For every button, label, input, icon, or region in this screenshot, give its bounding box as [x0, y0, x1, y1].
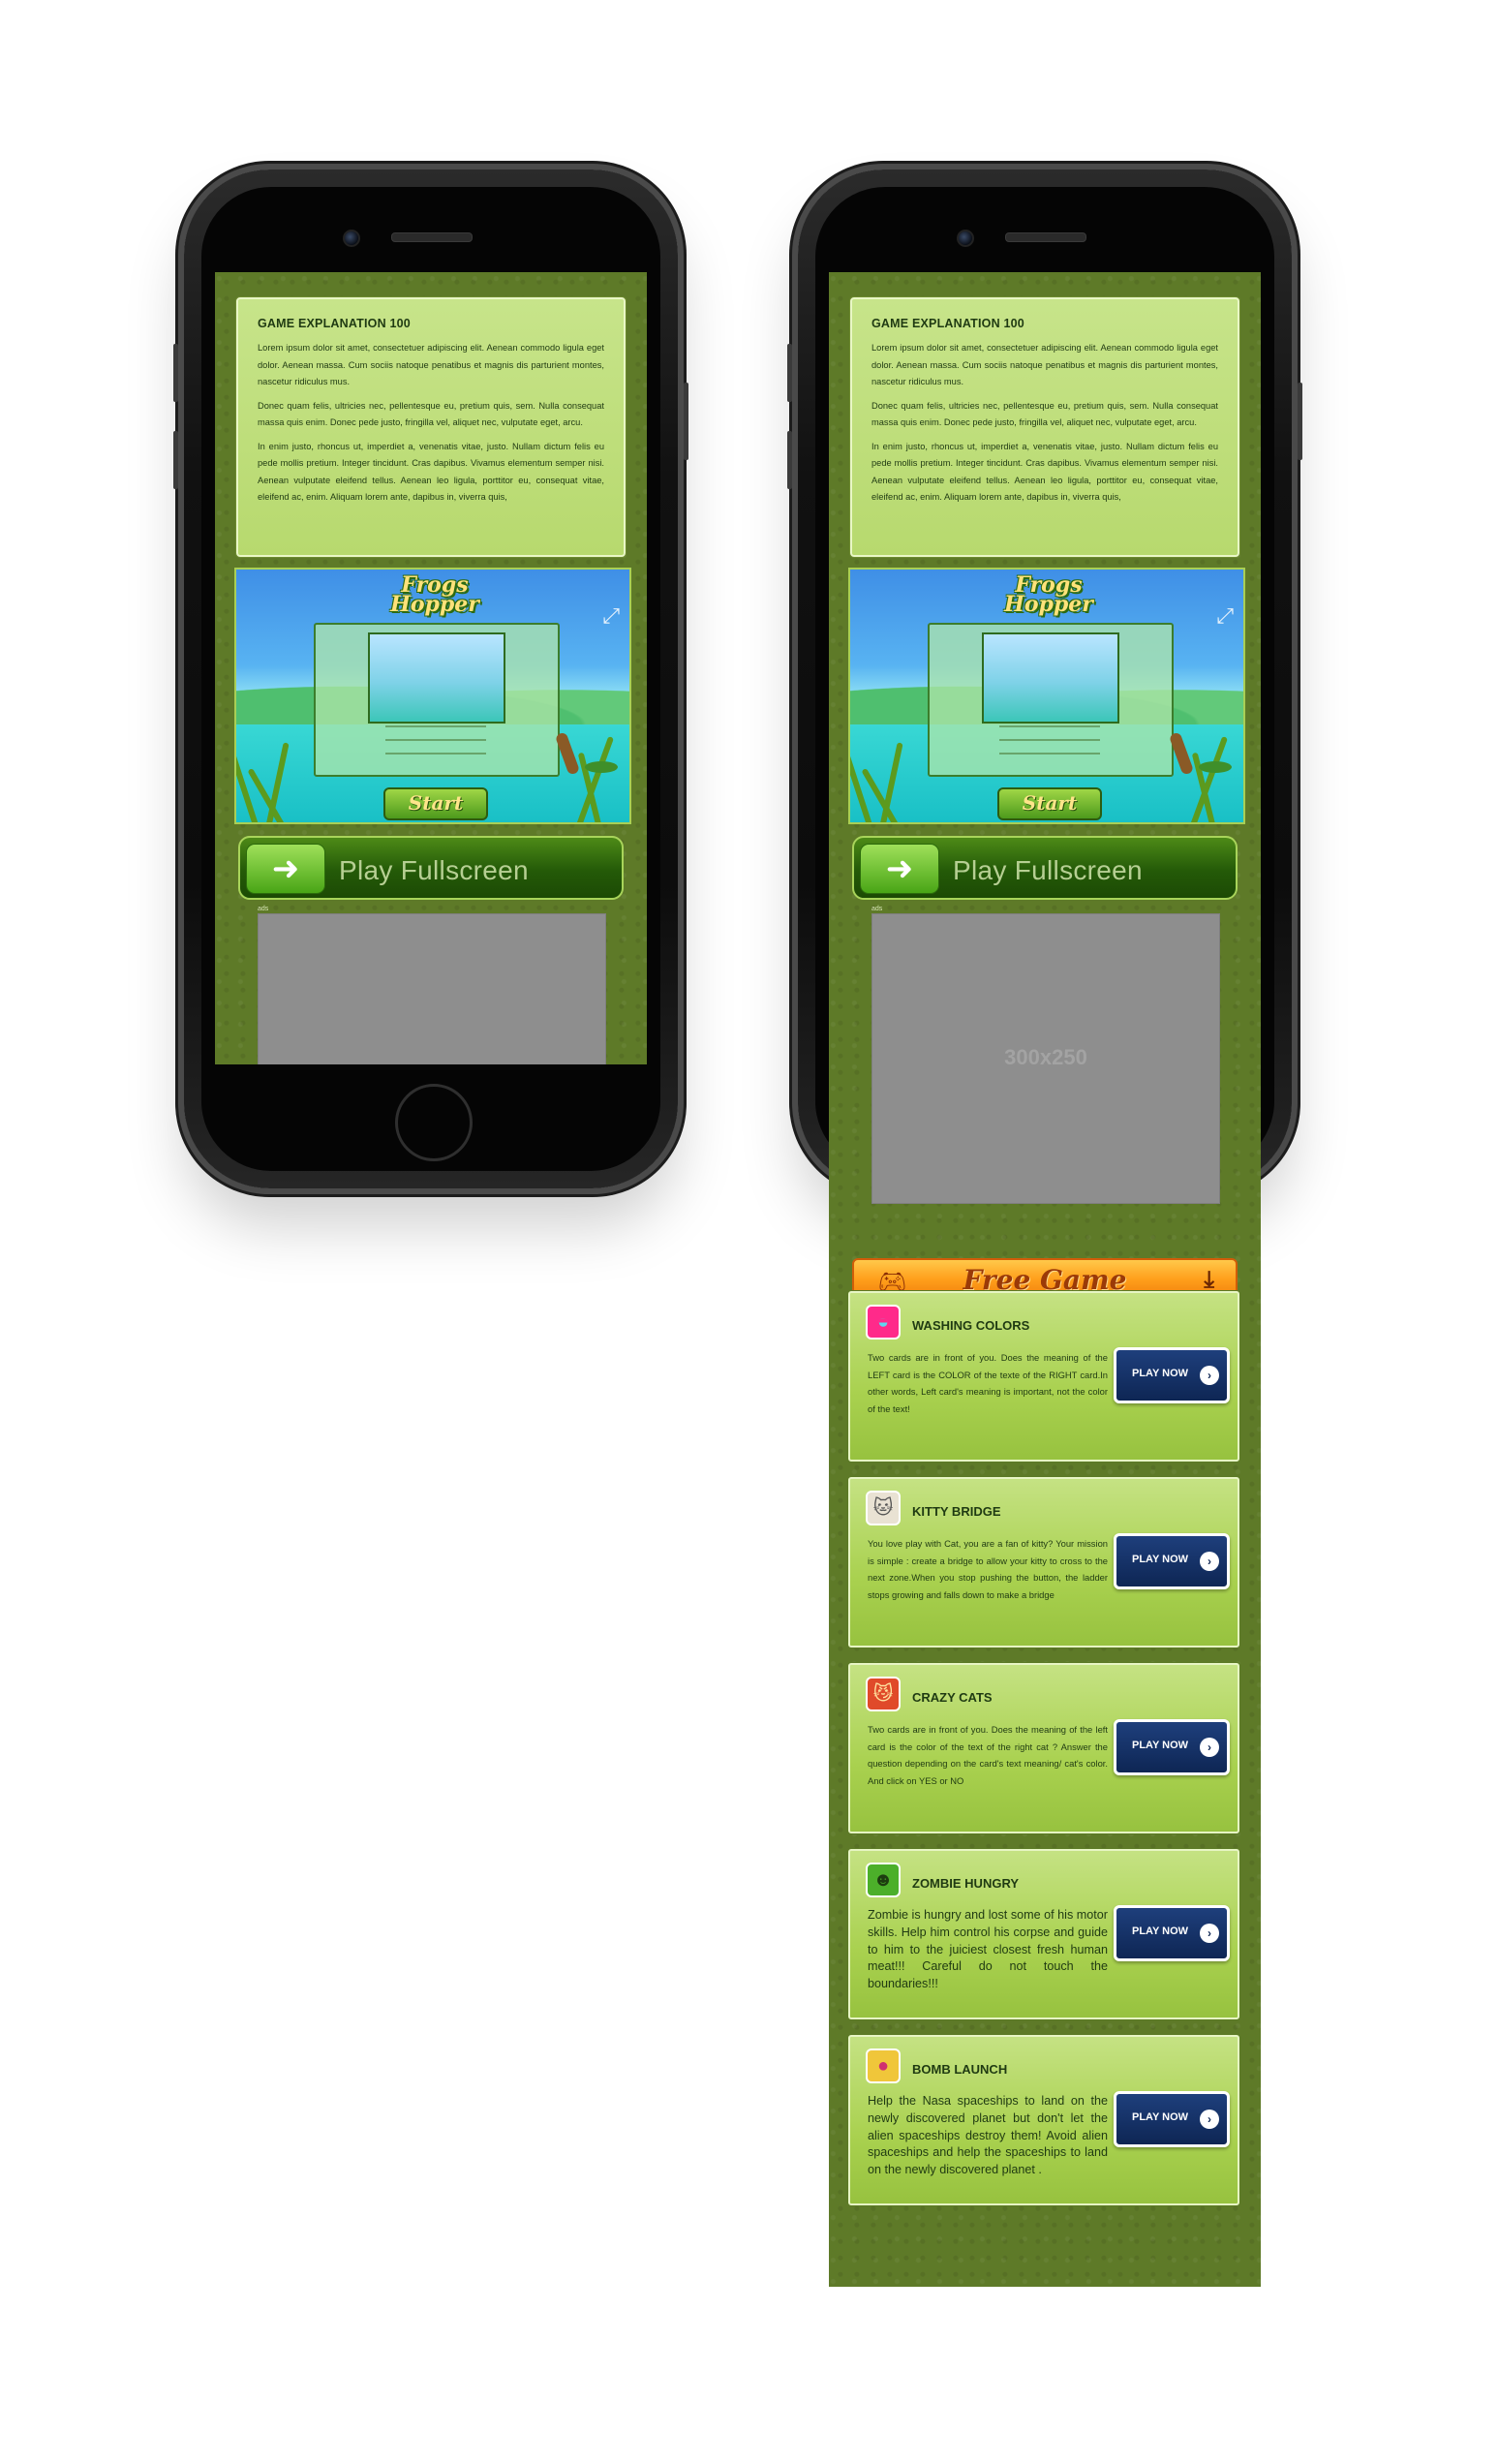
game-logo: Frogs Hopper — [382, 574, 488, 617]
ad-size-label: 300x250 — [1004, 1045, 1087, 1069]
game-preview[interactable]: Frogs Hopper ⤢ Start — [234, 568, 631, 824]
game-card-description: Help the Nasa spaceships to land on the … — [868, 2094, 1108, 2177]
game-card-description: You love play with Cat, you are a fan of… — [868, 1538, 1108, 1600]
game-card: ◒ WASHING COLORS Two cards are in front … — [848, 1291, 1239, 1462]
play-now-button[interactable]: PLAY NOW › — [1114, 1347, 1230, 1403]
side-button — [173, 344, 178, 402]
game-card: 🐱︎ KITTY BRIDGE You love play with Cat, … — [848, 1477, 1239, 1648]
lily-pad — [585, 761, 618, 773]
play-now-label: PLAY NOW — [1132, 2111, 1189, 2123]
ads-label: ads — [871, 906, 883, 912]
play-now-label: PLAY NOW — [1132, 1554, 1189, 1565]
start-button[interactable]: Start — [383, 787, 488, 820]
camera-icon — [957, 230, 974, 247]
palette-icon: ◒ — [866, 1305, 901, 1340]
play-now-button[interactable]: PLAY NOW › — [1114, 1905, 1230, 1961]
game-logo-line: Hopper — [390, 592, 479, 617]
side-button — [1298, 383, 1302, 460]
game-instructions-panel — [928, 623, 1174, 777]
instruction-line — [385, 739, 486, 741]
speaker-grille — [391, 232, 473, 242]
play-fullscreen-button[interactable]: ➜ Play Fullscreen — [852, 836, 1238, 900]
explanation-paragraph: Donec quam felis, ultricies nec, pellent… — [871, 400, 1218, 428]
game-card: ☻ ZOMBIE HUNGRY Zombie is hungry and los… — [848, 1849, 1239, 2019]
game-logo: Frogs Hopper — [995, 574, 1102, 617]
bomb-icon: ● — [866, 2048, 901, 2083]
ad-placeholder[interactable]: 300x250 — [871, 913, 1220, 1204]
download-icon[interactable]: ⤓ — [1204, 1267, 1214, 1294]
play-fullscreen-label: Play Fullscreen — [339, 855, 529, 885]
game-preview[interactable]: Frogs Hopper ⤢ Start — [848, 568, 1245, 824]
play-now-label: PLAY NOW — [1132, 1368, 1189, 1379]
arrow-right-icon: ➜ — [860, 844, 939, 894]
instruction-line — [385, 725, 486, 727]
game-thumbnail — [982, 632, 1119, 724]
ad-placeholder[interactable] — [258, 913, 606, 1064]
game-card-description: Zombie is hungry and lost some of his mo… — [868, 1908, 1108, 1991]
play-now-label: PLAY NOW — [1132, 1925, 1189, 1937]
game-card: ● BOMB LAUNCH Help the Nasa spaceships t… — [848, 2035, 1239, 2205]
game-card-title: CRAZY CATS — [912, 1690, 993, 1705]
chevron-right-icon: › — [1200, 2110, 1219, 2129]
ads-label: ads — [258, 906, 269, 912]
game-explanation-box: GAME EXPLANATION 100 Lorem ipsum dolor s… — [850, 297, 1239, 557]
instruction-line — [385, 753, 486, 755]
expand-icon[interactable]: ⤢ — [602, 603, 620, 629]
game-instructions-panel — [314, 623, 560, 777]
explanation-paragraph: In enim justo, rhoncus ut, imperdiet a, … — [258, 441, 604, 503]
play-now-button[interactable]: PLAY NOW › — [1114, 1533, 1230, 1589]
chevron-right-icon: › — [1200, 1924, 1219, 1943]
explanation-title: GAME EXPLANATION 100 — [258, 317, 411, 330]
instruction-line — [999, 739, 1100, 741]
play-fullscreen-button[interactable]: ➜ Play Fullscreen — [238, 836, 624, 900]
side-button — [684, 383, 688, 460]
zombie-icon: ☻ — [866, 1863, 901, 1897]
instruction-line — [999, 725, 1100, 727]
explanation-paragraph: Lorem ipsum dolor sit amet, consectetuer… — [871, 343, 1218, 386]
cat-icon: 🐱︎ — [866, 1491, 901, 1525]
chevron-right-icon: › — [1200, 1552, 1219, 1571]
game-logo-line: Hopper — [1004, 592, 1093, 617]
game-card-title: WASHING COLORS — [912, 1318, 1030, 1333]
game-card-title: ZOMBIE HUNGRY — [912, 1876, 1020, 1891]
side-button — [787, 344, 792, 402]
game-card-title: KITTY BRIDGE — [912, 1504, 1001, 1519]
side-button — [173, 431, 178, 489]
expand-icon[interactable]: ⤢ — [1216, 603, 1234, 629]
side-button — [787, 431, 792, 489]
home-button[interactable] — [395, 1084, 473, 1161]
phone-screen-extended: GAME EXPLANATION 100 Lorem ipsum dolor s… — [829, 272, 1261, 2287]
game-explanation-box: GAME EXPLANATION 100 Lorem ipsum dolor s… — [236, 297, 626, 557]
play-fullscreen-label: Play Fullscreen — [953, 855, 1143, 885]
game-card-description: Two cards are in front of you. Does the … — [868, 1352, 1108, 1414]
play-now-label: PLAY NOW — [1132, 1740, 1189, 1751]
instruction-line — [999, 753, 1100, 755]
play-now-button[interactable]: PLAY NOW › — [1114, 1719, 1230, 1775]
speaker-grille — [1005, 232, 1086, 242]
start-button[interactable]: Start — [997, 787, 1102, 820]
explanation-paragraph: Donec quam felis, ultricies nec, pellent… — [258, 400, 604, 428]
arrow-right-icon: ➜ — [246, 844, 325, 894]
phone-left: GAME EXPLANATION 100 Lorem ipsum dolor s… — [173, 169, 688, 1188]
chevron-right-icon: › — [1200, 1738, 1219, 1757]
game-thumbnail — [368, 632, 505, 724]
phone-screen: GAME EXPLANATION 100 Lorem ipsum dolor s… — [215, 272, 647, 1064]
explanation-title: GAME EXPLANATION 100 — [871, 317, 1024, 330]
crazy-cat-icon: 😼︎ — [866, 1677, 901, 1711]
game-card: 😼︎ CRAZY CATS Two cards are in front of … — [848, 1663, 1239, 1833]
game-card-title: BOMB LAUNCH — [912, 2062, 1008, 2077]
play-now-button[interactable]: PLAY NOW › — [1114, 2091, 1230, 2147]
explanation-paragraph: In enim justo, rhoncus ut, imperdiet a, … — [871, 441, 1218, 503]
game-card-description: Two cards are in front of you. Does the … — [868, 1724, 1108, 1786]
explanation-paragraph: Lorem ipsum dolor sit amet, consectetuer… — [258, 343, 604, 386]
camera-icon — [343, 230, 360, 247]
chevron-right-icon: › — [1200, 1366, 1219, 1385]
lily-pad — [1199, 761, 1232, 773]
